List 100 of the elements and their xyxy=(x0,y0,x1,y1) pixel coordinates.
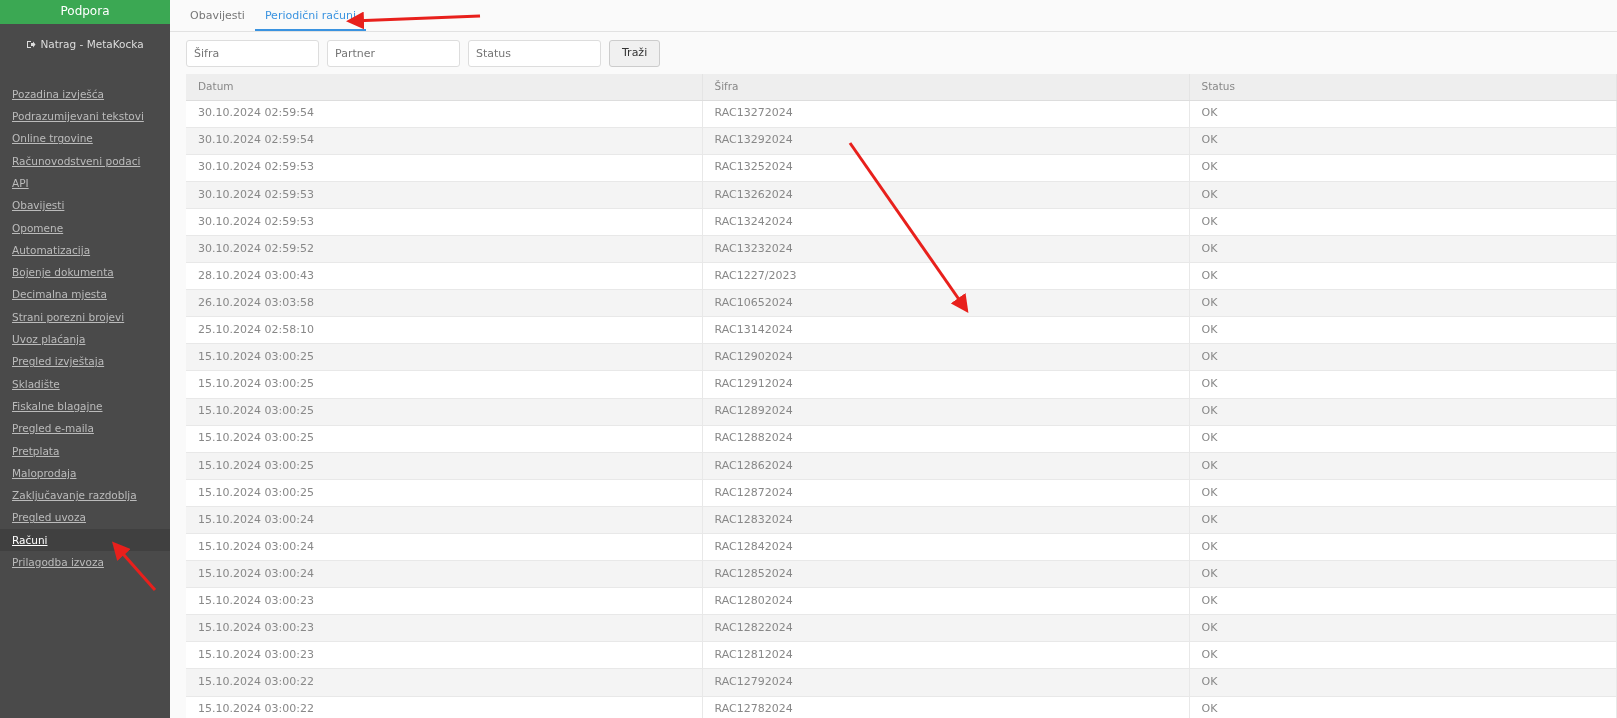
table-cell: OK xyxy=(1189,208,1617,236)
sidebar-item[interactable]: Pozadina izvješća xyxy=(0,82,170,106)
table-cell: RAC12872024 xyxy=(702,479,1189,507)
table-cell: OK xyxy=(1189,100,1617,128)
table-cell: 15.10.2024 03:00:22 xyxy=(186,668,702,697)
table-cell: RAC10652024 xyxy=(702,289,1189,317)
sidebar-item[interactable]: Uvoz plaćanja xyxy=(0,328,170,351)
table-cell: RAC12802024 xyxy=(702,587,1189,615)
sidebar-item[interactable]: Pregled e-maila xyxy=(0,417,170,440)
table-cell: 15.10.2024 03:00:25 xyxy=(186,370,702,399)
table-cell: 15.10.2024 03:00:22 xyxy=(186,696,702,718)
sidebar-item[interactable]: Obavijesti xyxy=(0,194,170,217)
table-cell: 30.10.2024 02:59:52 xyxy=(186,235,702,263)
table-cell: RAC12782024 xyxy=(702,696,1189,718)
sidebar-item[interactable]: Decimalna mjesta xyxy=(0,283,170,306)
table-cell: 30.10.2024 02:59:53 xyxy=(186,181,702,209)
table-cell: 25.10.2024 02:58:10 xyxy=(186,316,702,344)
table-cell: 15.10.2024 03:00:24 xyxy=(186,533,702,561)
table-cell: 15.10.2024 03:00:23 xyxy=(186,587,702,615)
sidebar-item[interactable]: Zaključavanje razdoblja xyxy=(0,484,170,507)
table-cell: RAC12862024 xyxy=(702,452,1189,480)
filter-field[interactable]: Šifra xyxy=(186,40,319,67)
filter-field[interactable]: Partner xyxy=(327,40,460,67)
back-link[interactable]: Natrag - MetaKocka xyxy=(40,37,144,53)
tab[interactable]: Obavijesti xyxy=(180,0,255,31)
table-cell: OK xyxy=(1189,316,1617,344)
sidebar-item[interactable]: Pregled uvoza xyxy=(0,506,170,529)
table-cell: RAC12852024 xyxy=(702,560,1189,588)
table-cell: OK xyxy=(1189,154,1617,182)
sidebar-item[interactable]: Fiskalne blagajne xyxy=(0,394,170,418)
table-cell: 30.10.2024 02:59:54 xyxy=(186,127,702,155)
column-header: Status xyxy=(1189,74,1617,100)
sidebar-item[interactable]: Podrazumijevani tekstovi xyxy=(0,105,170,128)
table-cell: OK xyxy=(1189,370,1617,399)
table-cell: OK xyxy=(1189,398,1617,426)
sidebar-item[interactable]: Računi xyxy=(0,528,170,551)
table-cell: OK xyxy=(1189,127,1617,155)
table-cell: OK xyxy=(1189,262,1617,290)
sidebar-item[interactable]: Opomene xyxy=(0,216,170,239)
table-cell: RAC12842024 xyxy=(702,533,1189,561)
table-cell: OK xyxy=(1189,533,1617,561)
table-cell: OK xyxy=(1189,343,1617,371)
table-cell: RAC13252024 xyxy=(702,154,1189,182)
table-cell: 15.10.2024 03:00:25 xyxy=(186,398,702,426)
sidebar-item[interactable]: Prilagodba izvoza xyxy=(0,551,170,574)
table-cell: RAC12912024 xyxy=(702,370,1189,399)
table-cell: 15.10.2024 03:00:25 xyxy=(186,343,702,371)
table-cell: 30.10.2024 02:59:53 xyxy=(186,208,702,236)
table-cell: RAC13232024 xyxy=(702,235,1189,263)
table-cell: 30.10.2024 02:59:53 xyxy=(186,154,702,182)
sidebar-item[interactable]: Računovodstveni podaci xyxy=(0,149,170,172)
table-cell: OK xyxy=(1189,641,1617,669)
table-cell: OK xyxy=(1189,587,1617,615)
table-cell: RAC12822024 xyxy=(702,614,1189,642)
table-cell: OK xyxy=(1189,560,1617,588)
table-cell: OK xyxy=(1189,289,1617,317)
table-cell: 15.10.2024 03:00:24 xyxy=(186,506,702,534)
table-cell: OK xyxy=(1189,668,1617,697)
table-cell: RAC12792024 xyxy=(702,668,1189,697)
table-cell: OK xyxy=(1189,696,1617,718)
logout-icon xyxy=(26,40,37,50)
table-cell: 30.10.2024 02:59:54 xyxy=(186,100,702,128)
sidebar-item[interactable]: Strani porezni brojevi xyxy=(0,305,170,328)
table-cell: OK xyxy=(1189,452,1617,480)
table-cell: 15.10.2024 03:00:25 xyxy=(186,425,702,453)
table-cell: RAC13242024 xyxy=(702,208,1189,236)
filter-field[interactable]: Status xyxy=(468,40,601,67)
table-cell: RAC1227/2023 xyxy=(702,262,1189,290)
sidebar-item[interactable]: Pregled izvještaja xyxy=(0,350,170,373)
table-cell: RAC12832024 xyxy=(702,506,1189,534)
table-cell: RAC12812024 xyxy=(702,641,1189,669)
sidebar-item[interactable]: Maloprodaja xyxy=(0,461,170,485)
sidebar-item[interactable]: Skladište xyxy=(0,372,170,395)
table-cell: RAC12892024 xyxy=(702,398,1189,426)
table-cell: RAC12902024 xyxy=(702,343,1189,371)
table-cell: OK xyxy=(1189,479,1617,507)
table-cell: OK xyxy=(1189,425,1617,453)
column-header: Datum xyxy=(186,74,702,100)
table-cell: 15.10.2024 03:00:23 xyxy=(186,641,702,669)
sidebar-item[interactable]: Pretplata xyxy=(0,439,170,462)
table-cell: 26.10.2024 03:03:58 xyxy=(186,289,702,317)
tab[interactable]: Periodični računi xyxy=(254,0,367,31)
search-button[interactable]: Traži xyxy=(609,40,661,67)
table-cell: 15.10.2024 03:00:25 xyxy=(186,479,702,507)
sidebar-title: Podpora xyxy=(0,0,170,24)
table-cell: RAC13292024 xyxy=(702,127,1189,155)
sidebar-item[interactable]: API xyxy=(0,171,170,195)
table-cell: RAC13142024 xyxy=(702,316,1189,344)
column-header: Šifra xyxy=(702,74,1189,100)
table-cell: 28.10.2024 03:00:43 xyxy=(186,262,702,290)
sidebar-item[interactable]: Bojenje dokumenta xyxy=(0,261,170,284)
table-cell: RAC13262024 xyxy=(702,181,1189,209)
sidebar-item[interactable]: Automatizacija xyxy=(0,238,170,262)
table-cell: OK xyxy=(1189,235,1617,263)
table-cell: OK xyxy=(1189,614,1617,642)
annotation-arrow xyxy=(112,541,157,591)
table-cell: OK xyxy=(1189,506,1617,534)
table-cell: RAC12882024 xyxy=(702,425,1189,453)
table-cell: OK xyxy=(1189,181,1617,209)
sidebar-item[interactable]: Online trgovine xyxy=(0,127,170,150)
